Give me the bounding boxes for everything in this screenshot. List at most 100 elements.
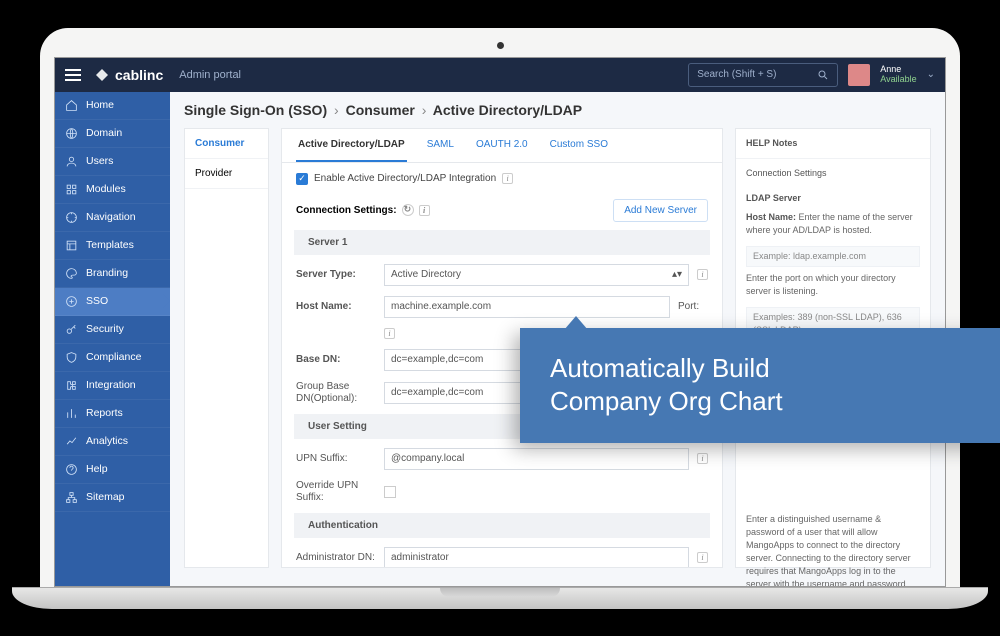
app-screen: cablinc Admin portal Search (Shift + S) … — [54, 57, 946, 587]
sidebar-item-label: Modules — [86, 183, 126, 195]
admin-dn-label: Administrator DN: — [296, 552, 376, 564]
globe-icon — [65, 127, 78, 140]
sidebar-item-templates[interactable]: Templates — [55, 232, 170, 260]
template-icon — [65, 239, 78, 252]
sidebar-item-navigation[interactable]: Navigation — [55, 204, 170, 232]
help-port-text: Enter the port on which your directory s… — [736, 270, 930, 304]
overlay-line1: Automatically Build — [550, 352, 970, 386]
group-base-label: Group Base DN(Optional): — [296, 381, 376, 405]
sidebar-item-modules[interactable]: Modules — [55, 176, 170, 204]
enable-row: ✓ Enable Active Directory/LDAP Integrati… — [282, 163, 722, 195]
sidebar-item-reports[interactable]: Reports — [55, 400, 170, 428]
promo-overlay: Automatically Build Company Org Chart — [520, 328, 1000, 444]
home-icon — [65, 99, 78, 112]
puzzle-icon — [65, 379, 78, 392]
tab-custom[interactable]: Custom SSO — [548, 129, 610, 162]
override-upn-checkbox[interactable] — [384, 486, 396, 498]
port-label: Port: — [678, 301, 708, 313]
sidebar: Home Domain Users Modules Navigation Template… — [55, 92, 170, 586]
sidebar-item-label: Sitemap — [86, 491, 125, 503]
help-host-text: Host Name: Enter the name of the server … — [736, 209, 930, 243]
info-icon[interactable]: i — [697, 453, 708, 464]
info-icon[interactable]: i — [697, 269, 708, 280]
info-icon[interactable]: i — [419, 205, 430, 216]
sidebar-item-label: Analytics — [86, 435, 128, 447]
camera-dot — [497, 42, 504, 49]
enable-checkbox[interactable]: ✓ — [296, 173, 308, 185]
sidebar-item-analytics[interactable]: Analytics — [55, 428, 170, 456]
sidebar-item-label: Branding — [86, 267, 128, 279]
sidebar-item-label: Users — [86, 155, 113, 167]
logo-icon — [93, 66, 111, 84]
help-host-example: Example: ldap.example.com — [746, 246, 920, 267]
refresh-icon[interactable] — [402, 204, 414, 216]
sidebar-item-label: Compliance — [86, 351, 141, 363]
shield-icon — [65, 351, 78, 364]
breadcrumb-a[interactable]: Single Sign-On (SSO) — [184, 102, 327, 118]
trend-icon — [65, 435, 78, 448]
bars-icon — [65, 407, 78, 420]
plus-circle-icon — [65, 295, 78, 308]
sidebar-item-sitemap[interactable]: Sitemap — [55, 484, 170, 512]
brand-text: cablinc — [115, 67, 163, 83]
conn-settings-label: Connection Settings: i — [296, 204, 430, 216]
sidebar-item-security[interactable]: Security — [55, 316, 170, 344]
sidebar-item-label: Domain — [86, 127, 122, 139]
breadcrumb-b[interactable]: Consumer — [346, 102, 415, 118]
chevron-down-icon[interactable]: ⌄ — [927, 69, 935, 80]
sidebar-item-label: Templates — [86, 239, 134, 251]
portal-label: Admin portal — [179, 69, 241, 81]
sidebar-item-domain[interactable]: Domain — [55, 120, 170, 148]
host-name-input[interactable] — [384, 296, 670, 318]
sidebar-item-home[interactable]: Home — [55, 92, 170, 120]
server-type-label: Server Type: — [296, 269, 376, 281]
subnav-consumer[interactable]: Consumer — [185, 129, 268, 159]
tab-saml[interactable]: SAML — [425, 129, 456, 162]
upn-label: UPN Suffix: — [296, 453, 376, 465]
info-icon[interactable]: i — [697, 552, 708, 563]
laptop-frame: cablinc Admin portal Search (Shift + S) … — [40, 28, 960, 609]
menu-icon[interactable] — [65, 69, 81, 81]
breadcrumb: Single Sign-On (SSO) › Consumer › Active… — [170, 92, 945, 128]
palette-icon — [65, 267, 78, 280]
top-bar: cablinc Admin portal Search (Shift + S) … — [55, 58, 945, 92]
enable-label: Enable Active Directory/LDAP Integration — [314, 173, 496, 184]
laptop-base — [12, 587, 988, 609]
info-icon[interactable]: i — [502, 173, 513, 184]
grid-icon — [65, 183, 78, 196]
help-title: HELP Notes — [736, 129, 930, 159]
server1-header: Server 1 — [294, 230, 710, 255]
server-type-select[interactable]: Active Directory▴▾ — [384, 264, 689, 286]
tab-oauth[interactable]: OAUTH 2.0 — [474, 129, 530, 162]
sidebar-item-label: Integration — [86, 379, 136, 391]
sidebar-item-branding[interactable]: Branding — [55, 260, 170, 288]
brand-logo[interactable]: cablinc — [93, 66, 163, 84]
subnav-provider[interactable]: Provider — [185, 159, 268, 189]
sidebar-item-label: Security — [86, 323, 124, 335]
admin-dn-input[interactable] — [384, 547, 689, 568]
sidebar-item-sso[interactable]: SSO — [55, 288, 170, 316]
sidebar-item-integration[interactable]: Integration — [55, 372, 170, 400]
help-conn-settings: Connection Settings — [736, 159, 930, 184]
base-dn-label: Base DN: — [296, 354, 376, 366]
auth-header: Authentication — [294, 513, 710, 538]
upn-input[interactable] — [384, 448, 689, 470]
compass-icon — [65, 211, 78, 224]
sidebar-item-compliance[interactable]: Compliance — [55, 344, 170, 372]
avatar[interactable] — [848, 64, 870, 86]
add-server-button[interactable]: Add New Server — [613, 199, 708, 222]
sitemap-icon — [65, 491, 78, 504]
sidebar-item-users[interactable]: Users — [55, 148, 170, 176]
sidebar-item-help[interactable]: Help — [55, 456, 170, 484]
user-block[interactable]: Anne Available — [880, 65, 916, 85]
search-input[interactable]: Search (Shift + S) — [688, 63, 838, 87]
info-icon[interactable]: i — [384, 328, 395, 339]
host-name-label: Host Name: — [296, 301, 376, 313]
help-ldap-server: LDAP Server — [736, 184, 930, 209]
sidebar-item-label: Home — [86, 99, 114, 111]
override-upn-label: Override UPN Suffix: — [296, 480, 376, 504]
config-subnav: Consumer Provider — [184, 128, 269, 568]
tab-ad-ldap[interactable]: Active Directory/LDAP — [296, 129, 407, 162]
key-icon — [65, 323, 78, 336]
breadcrumb-c: Active Directory/LDAP — [433, 102, 582, 118]
